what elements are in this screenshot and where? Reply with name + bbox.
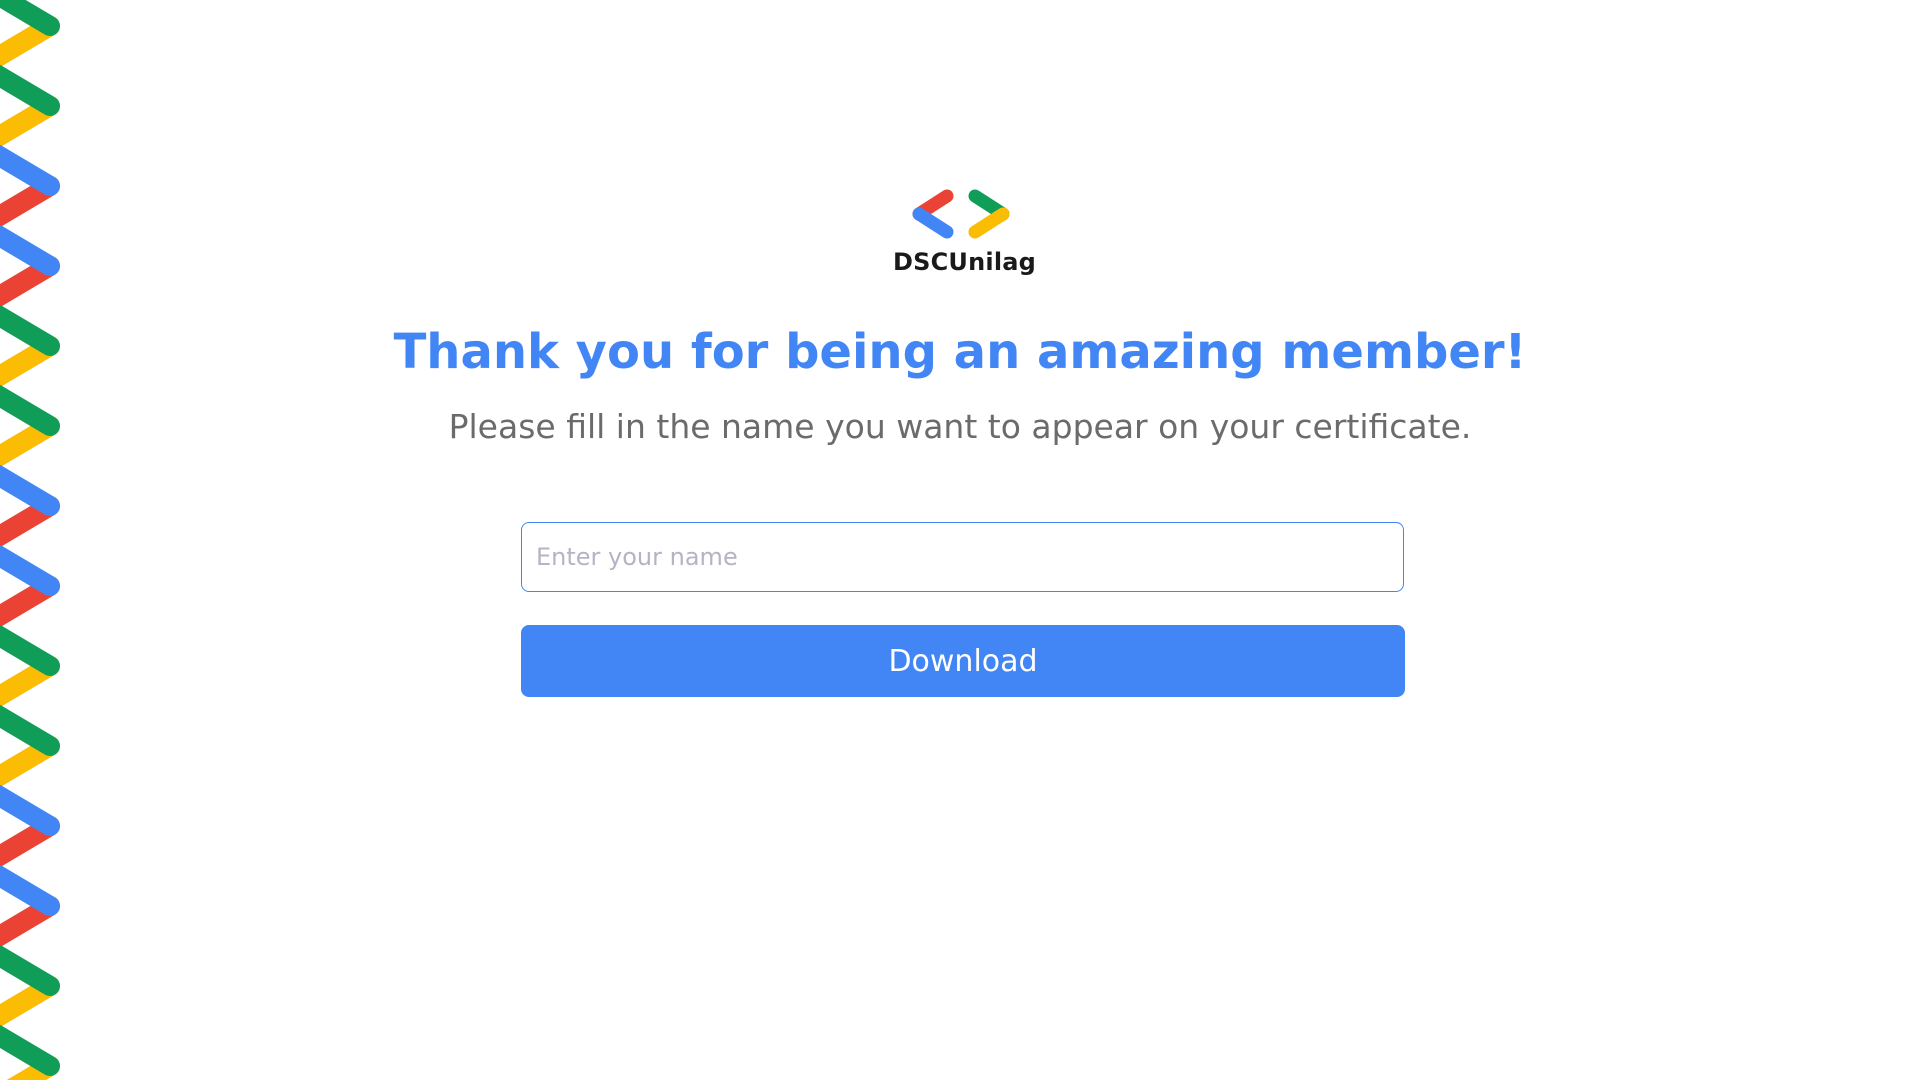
name-input[interactable]	[521, 522, 1404, 592]
main-content: DSCUnilag Thank you for being an amazing…	[0, 0, 1920, 1080]
page-title: Thank you for being an amazing member!	[393, 324, 1527, 380]
download-button[interactable]: Download	[521, 625, 1405, 697]
brand-name: DSCUnilag	[893, 248, 1037, 276]
brand-logo: DSCUnilag	[893, 188, 1037, 288]
page-subtitle: Please fill in the name you want to appe…	[448, 407, 1472, 446]
dsc-brackets-logo-icon	[912, 189, 1009, 239]
page: DSCUnilag Thank you for being an amazing…	[0, 0, 1920, 1080]
